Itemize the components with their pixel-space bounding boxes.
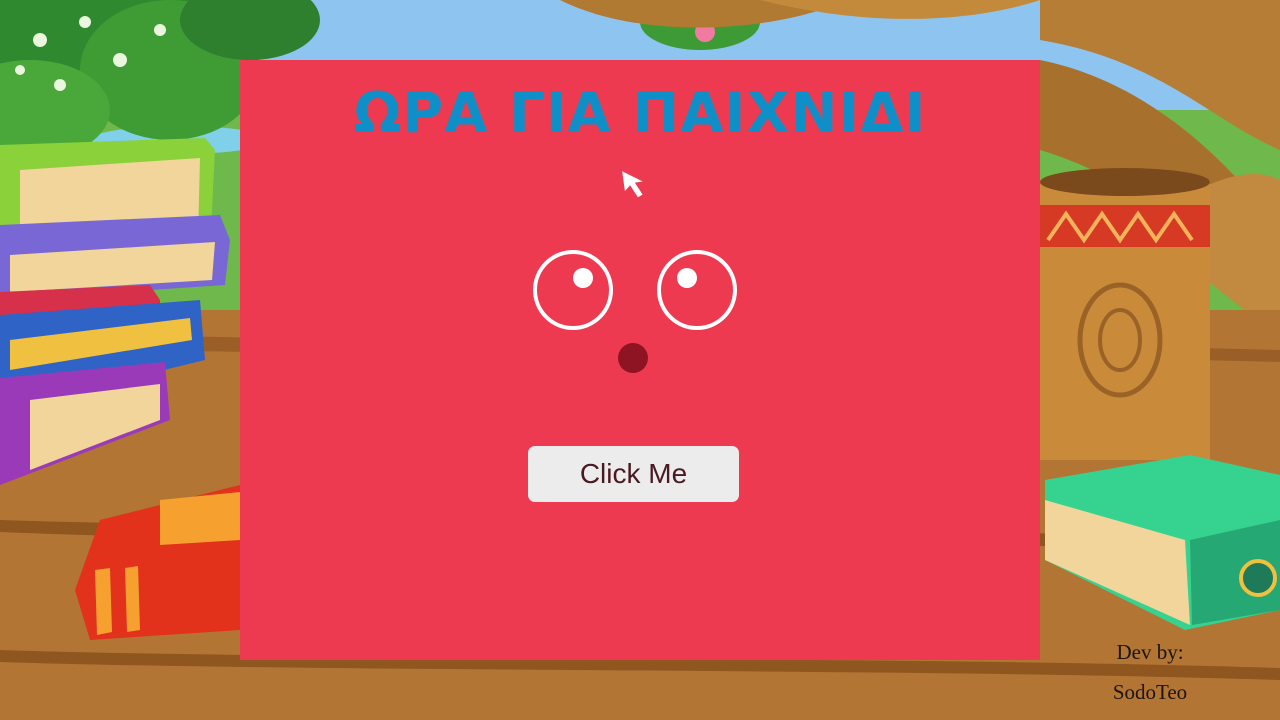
face-nose [618, 343, 648, 373]
developer-credits: Dev by: SodoTeo [1090, 632, 1210, 712]
left-eye [533, 250, 613, 330]
game-title: ΩΡΑ ΓΙΑ ΠΑΙΧΝΙΔΙ [353, 81, 927, 146]
credits-author: SodoTeo [1112, 680, 1188, 704]
credits-label: Dev by: [1116, 640, 1184, 664]
game-panel: ΩΡΑ ΓΙΑ ΠΑΙΧΝΙΔΙ Click Me [240, 60, 1040, 660]
right-eye [657, 250, 737, 330]
left-pupil [573, 268, 593, 288]
right-pupil [677, 268, 697, 288]
wooden-mug [1040, 168, 1210, 460]
click-me-button[interactable]: Click Me [528, 446, 739, 502]
mouse-cursor-icon [622, 171, 643, 198]
